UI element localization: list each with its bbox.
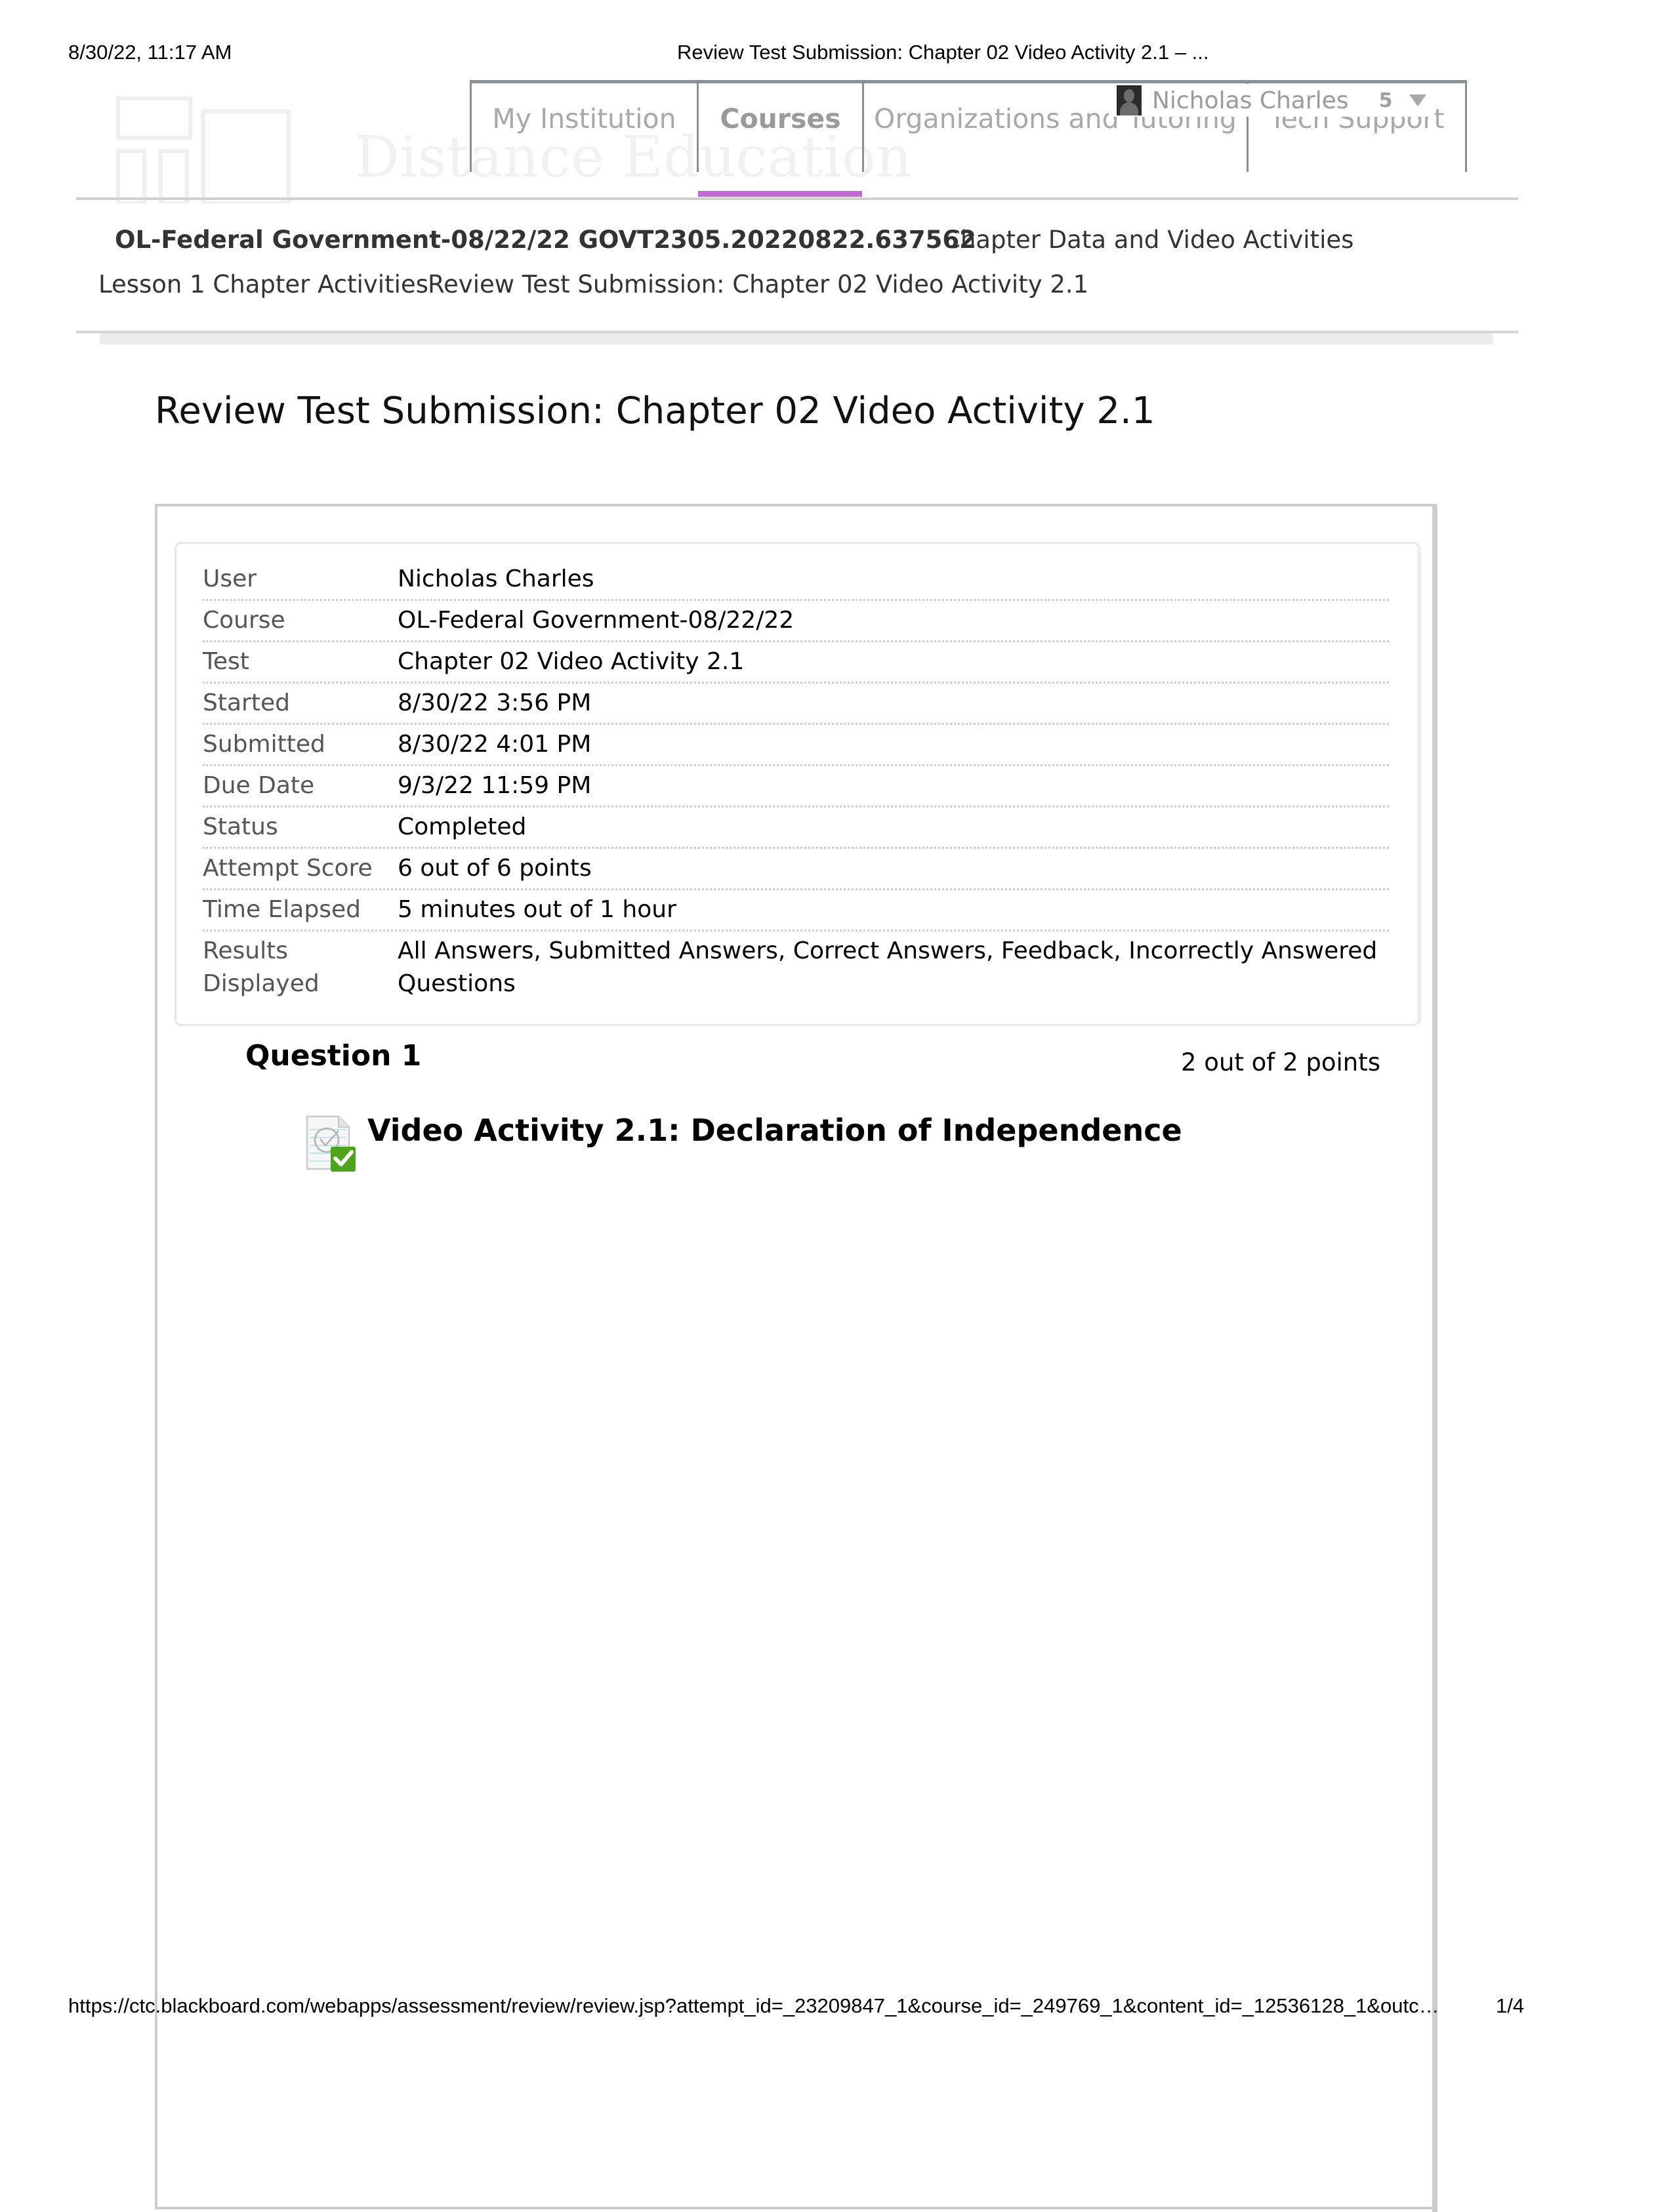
detail-label: Time Elapsed	[203, 896, 361, 923]
breadcrumb-course[interactable]: OL-Federal Government-08/22/22 GOVT2305.…	[115, 226, 976, 254]
tab-my-institution[interactable]: My Institution	[470, 80, 697, 172]
detail-label: Test	[203, 648, 249, 675]
user-menu[interactable]: Nicholas Charles 5	[1109, 84, 1435, 117]
breadcrumb-shadow-bar	[100, 333, 1493, 344]
question-points: 2 out of 2 points	[1181, 1048, 1381, 1076]
detail-value: 5 minutes out of 1 hour	[398, 896, 676, 923]
nav-divider	[76, 197, 1518, 200]
detail-row-attempt-score: Attempt Score 6 out of 6 points	[203, 852, 1389, 890]
detail-label: User	[203, 565, 257, 592]
detail-row-user: User Nicholas Charles	[203, 563, 1389, 601]
detail-value: 8/30/22 4:01 PM	[398, 731, 592, 758]
detail-row-test: Test Chapter 02 Video Activity 2.1	[203, 645, 1389, 684]
detail-value: Completed	[398, 813, 527, 840]
print-footer-url: https://ctc.blackboard.com/webapps/asses…	[68, 1994, 1439, 2017]
detail-row-status: Status Completed	[203, 811, 1389, 849]
active-tab-indicator	[698, 191, 862, 197]
content-container-edge	[1432, 506, 1437, 2212]
detail-label: Results Displayed	[203, 937, 320, 997]
correct-document-icon	[306, 1115, 356, 1172]
detail-value: Nicholas Charles	[398, 565, 594, 592]
detail-label: Attempt Score	[203, 855, 373, 882]
notification-count[interactable]: 5	[1379, 89, 1393, 112]
detail-row-course: Course OL-Federal Government-08/22/22	[203, 604, 1389, 642]
user-name: Nicholas Charles	[1152, 87, 1349, 114]
print-datetime: 8/30/22, 11:17 AM	[68, 41, 232, 64]
detail-label: Due Date	[203, 772, 315, 799]
question-heading: Video Activity 2.1: Declaration of Indep…	[367, 1113, 1182, 1148]
chevron-down-icon[interactable]	[1409, 94, 1427, 106]
tab-label: Courses	[720, 103, 841, 134]
detail-label: Started	[203, 689, 290, 716]
detail-value: All Answers, Submitted Answers, Correct …	[398, 937, 1378, 997]
print-page-number: 1/4	[1496, 1994, 1525, 2017]
detail-value: OL-Federal Government-08/22/22	[398, 607, 795, 634]
tab-courses[interactable]: Courses	[697, 80, 862, 172]
detail-value: 9/3/22 11:59 PM	[398, 772, 592, 799]
tab-label: My Institution	[492, 103, 676, 134]
detail-value: Chapter 02 Video Activity 2.1	[398, 648, 745, 675]
detail-label: Submitted	[203, 731, 325, 758]
page-title: Review Test Submission: Chapter 02 Video…	[155, 390, 1155, 432]
detail-value: 8/30/22 3:56 PM	[398, 689, 592, 716]
avatar-icon	[1117, 85, 1142, 115]
question-title: Question 1	[245, 1039, 422, 1073]
detail-row-results-displayed: Results Displayed All Answers, Submitted…	[203, 935, 1389, 1007]
panel-shadow	[1417, 548, 1421, 1023]
detail-row-started: Started 8/30/22 3:56 PM	[203, 687, 1389, 725]
print-document-title: Review Test Submission: Chapter 02 Video…	[677, 41, 1209, 64]
breadcrumb-chapter-data[interactable]: Chapter Data and Video Activities	[943, 226, 1353, 254]
breadcrumb-current: Review Test Submission: Chapter 02 Video…	[428, 270, 1089, 298]
detail-row-due-date: Due Date 9/3/22 11:59 PM	[203, 769, 1389, 808]
detail-label: Status	[203, 813, 278, 840]
detail-row-time-elapsed: Time Elapsed 5 minutes out of 1 hour	[203, 893, 1389, 932]
detail-row-submitted: Submitted 8/30/22 4:01 PM	[203, 728, 1389, 766]
detail-value: 6 out of 6 points	[398, 855, 592, 882]
detail-label: Course	[203, 607, 285, 634]
breadcrumb-lesson-1[interactable]: Lesson 1 Chapter Activities	[98, 270, 428, 298]
